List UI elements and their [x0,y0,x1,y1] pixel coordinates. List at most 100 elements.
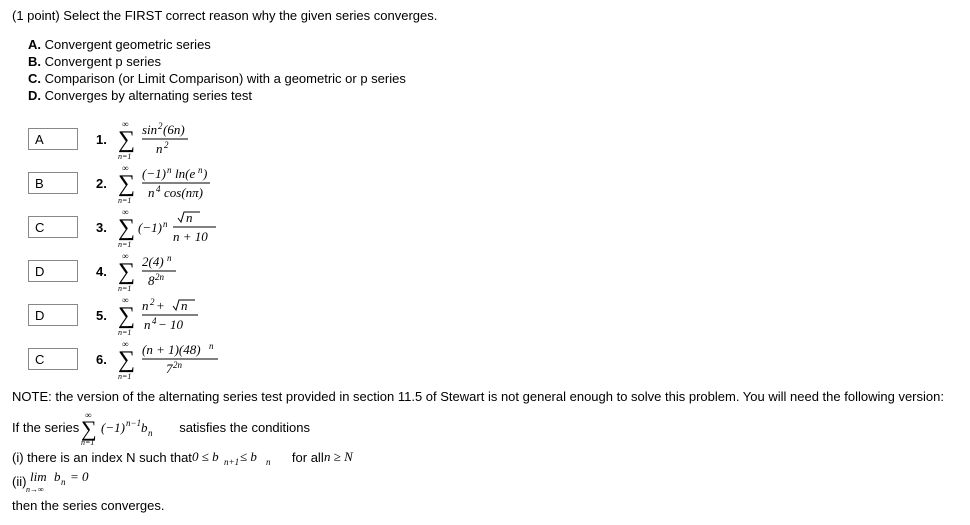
question-header: (1 point) Select the FIRST correct reaso… [12,8,958,23]
if-series-post: satisfies the conditions [179,420,310,435]
problem-number-2: 2. [96,176,114,191]
series-expression-5: ∞ ∑ n=1 n2 + n n4 − 10 [118,293,228,337]
answer-input-5[interactable] [28,304,78,326]
problem-number-5: 5. [96,308,114,323]
svg-text:n: n [163,219,168,229]
svg-text:n: n [142,298,149,313]
svg-text:2: 2 [164,140,169,150]
option-a: A. Convergent geometric series [28,37,958,52]
answer-input-4[interactable] [28,260,78,282]
svg-text:cos(nπ): cos(nπ) [164,185,203,200]
problem-number-6: 6. [96,352,114,367]
option-d-label: D. [28,88,41,103]
svg-text:n: n [209,341,214,351]
note-section: NOTE: the version of the alternating ser… [12,389,958,513]
series-expression-2: ∞ ∑ n=1 (−1)nln(en) n4cos(nπ) [118,161,238,205]
answer-input-6[interactable] [28,348,78,370]
svg-text:∑: ∑ [118,259,135,285]
svg-text:∑: ∑ [118,127,135,153]
problem-number-1: 1. [96,132,114,147]
svg-text:n: n [186,210,193,225]
svg-text:n=1: n=1 [118,328,131,337]
option-a-text: Convergent geometric series [41,37,211,52]
problem-number-3: 3. [96,220,114,235]
svg-text:n: n [156,141,163,156]
svg-text:∑: ∑ [118,347,135,373]
problem-row-4: 4. ∞ ∑ n=1 2(4)n 82n [28,249,958,293]
svg-text:8: 8 [148,273,155,288]
svg-text:ln(e: ln(e [175,166,195,181]
answer-choices: A. Convergent geometric series B. Conver… [28,37,958,103]
option-b: B. Convergent p series [28,54,958,69]
problem-row-2: 2. ∞ ∑ n=1 (−1)nln(en) n4cos(nπ) [28,161,958,205]
svg-text:n + 10: n + 10 [173,229,208,244]
svg-text:n: n [167,253,172,263]
problem-number-4: 4. [96,264,114,279]
answer-input-1[interactable] [28,128,78,150]
svg-text:n ≥ N: n ≥ N [324,449,354,464]
svg-text:+: + [156,298,165,313]
note-text: NOTE: the version of the alternating ser… [12,389,958,404]
svg-text:− 10: − 10 [158,317,184,332]
answer-input-2[interactable] [28,172,78,194]
svg-text:7: 7 [166,361,173,376]
condition-1: (i) there is an index N such that 0 ≤ b n… [12,448,958,466]
svg-text:∑: ∑ [118,171,135,197]
svg-text:4: 4 [152,316,157,326]
if-series-line: If the series ∞ ∑ n=1 (−1)n−1bn satisfie… [12,408,958,446]
cond1-math-tail: n ≥ N [324,448,374,466]
svg-text:n: n [167,165,172,175]
svg-text:lim: lim [30,469,47,484]
series-expression-3: ∞ ∑ n=1 (−1)n n n + 10 [118,205,248,249]
answer-input-3[interactable] [28,216,78,238]
svg-text:n: n [181,298,188,313]
problem-row-5: 5. ∞ ∑ n=1 n2 + n n4 − 10 [28,293,958,337]
svg-text:n=1: n=1 [118,240,131,249]
svg-text:n: n [148,428,153,438]
svg-text:n: n [144,317,151,332]
series-expression-6: ∞ ∑ n=1 (n + 1)(48)n 72n [118,337,248,381]
alternating-series-expr: ∞ ∑ n=1 (−1)n−1bn [79,408,179,446]
svg-text:n=1: n=1 [118,152,131,161]
svg-text:n=1: n=1 [118,196,131,205]
svg-text:n=1: n=1 [118,284,131,293]
problem-row-3: 3. ∞ ∑ n=1 (−1)n n n + 10 [28,205,958,249]
svg-text:≤ b: ≤ b [240,449,257,464]
problem-row-1: 1. ∞ ∑ n=1 sin2(6n) n2 [28,117,958,161]
option-c-text: Comparison (or Limit Comparison) with a … [41,71,406,86]
then-line: then the series converges. [12,498,958,513]
option-a-label: A. [28,37,41,52]
svg-text:n: n [61,477,66,487]
svg-text:sin: sin [142,122,157,137]
svg-text:4: 4 [156,184,161,194]
svg-text:= 0: = 0 [70,469,89,484]
svg-text:): ) [202,166,207,181]
cond2-pre: (ii) [12,474,26,489]
svg-text:(−1): (−1) [142,166,166,181]
svg-text:(−1): (−1) [138,220,162,235]
problem-row-6: 6. ∞ ∑ n=1 (n + 1)(48)n 72n [28,337,958,381]
option-b-text: Convergent p series [41,54,161,69]
cond1-math: 0 ≤ b n+1 ≤ b n [192,448,292,466]
option-b-label: B. [28,54,41,69]
cond1-post: for all [292,450,324,465]
svg-text:2(4): 2(4) [142,254,164,269]
svg-text:n=1: n=1 [118,372,131,381]
cond1-pre: (i) there is an index N such that [12,450,192,465]
svg-text:n→∞: n→∞ [26,485,44,494]
option-d: D. Converges by alternating series test [28,88,958,103]
series-expression-4: ∞ ∑ n=1 2(4)n 82n [118,249,208,293]
svg-text:(6n): (6n) [163,122,185,137]
svg-text:b: b [141,420,148,435]
option-c-label: C. [28,71,41,86]
problems-list: 1. ∞ ∑ n=1 sin2(6n) n2 2. ∞ ∑ n=1 (−1)nl… [28,117,958,381]
svg-text:n+1: n+1 [224,457,239,466]
option-d-text: Converges by alternating series test [41,88,252,103]
option-c: C. Comparison (or Limit Comparison) with… [28,71,958,86]
svg-text:0 ≤ b: 0 ≤ b [192,449,219,464]
svg-text:2n: 2n [155,272,165,282]
svg-text:n: n [266,457,271,466]
svg-text:∑: ∑ [118,303,135,329]
condition-2: (ii) lim n→∞ bn = 0 [12,468,958,494]
svg-text:(−1): (−1) [101,420,125,435]
